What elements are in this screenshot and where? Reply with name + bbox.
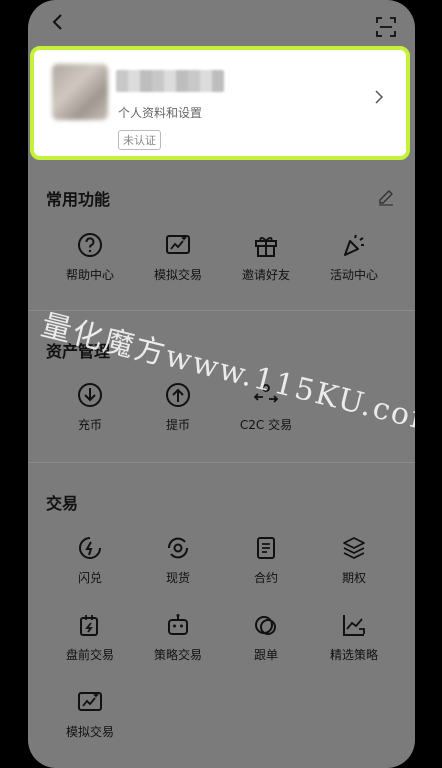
gift-icon [255,237,277,257]
flash-icon [79,537,101,559]
party-icon [344,234,364,256]
common-item-activity[interactable]: 活动中心 [314,232,394,283]
asset-item-deposit[interactable]: 充币 [50,382,130,433]
divider [28,462,415,463]
simulate-icon [78,692,102,711]
trade-item-options[interactable]: 期权 [314,535,394,586]
c2c-icon [253,384,279,403]
profile-card[interactable]: 个人资料和设置 未认证 [30,46,410,160]
trade-item-label: 闪兑 [77,571,102,585]
trade-item-curated[interactable]: 精选策略 [314,612,394,663]
scan-icon[interactable] [375,16,397,38]
common-item-help[interactable]: 帮助中心 [50,232,130,283]
section-title-trade: 交易 [46,494,79,513]
simulate-icon [166,235,190,254]
asset-item-c2c[interactable]: C2C 交易 [226,382,306,433]
chevron-right-icon [375,90,384,104]
username-blurred [116,70,224,92]
trade-item-flash[interactable]: 闪兑 [50,535,130,586]
profile-subtitle: 个人资料和设置 [118,106,203,120]
common-item-label: 帮助中心 [65,268,114,282]
asset-item-label: 提币 [165,418,190,432]
common-item-label: 模拟交易 [153,268,202,282]
screen: 个人资料和设置 未认证 常用功能 帮助中心 模拟交易 邀请好友 活动中心 资产管… [28,0,415,768]
common-item-invite[interactable]: 邀请好友 [226,232,306,283]
trade-item-simulate[interactable]: 模拟交易 [50,689,130,740]
copy-trade-icon [255,616,276,635]
trade-item-premarket[interactable]: 盘前交易 [50,612,130,663]
trade-item-spot[interactable]: 现货 [138,535,218,586]
trade-item-label: 模拟交易 [65,725,114,739]
options-icon [343,537,365,559]
trade-item-label: 跟单 [253,648,278,662]
trade-item-label: 精选策略 [329,648,378,662]
trade-item-copy[interactable]: 跟单 [226,612,306,663]
spot-icon [167,537,189,559]
top-bar [28,0,415,44]
bot-icon [168,614,188,635]
trade-item-label: 盘前交易 [65,648,114,662]
contract-icon [257,537,275,559]
withdraw-icon [166,383,190,407]
section-title-common: 常用功能 [46,190,111,209]
edit-icon[interactable] [377,188,395,206]
trade-item-label: 现货 [165,571,190,585]
section-title-assets: 资产管理 [46,342,111,361]
asset-item-withdraw[interactable]: 提币 [138,382,218,433]
divider [28,310,415,311]
common-item-label: 邀请好友 [241,268,290,282]
common-item-label: 活动中心 [329,268,378,282]
asset-item-label: C2C 交易 [239,418,293,432]
chart-icon [343,615,365,636]
verification-badge: 未认证 [118,130,161,150]
asset-item-label: 充币 [77,418,102,432]
premarket-icon [80,615,98,636]
trade-item-bot[interactable]: 策略交易 [138,612,218,663]
trade-item-contract[interactable]: 合约 [226,535,306,586]
help-icon [78,233,102,257]
deposit-icon [78,383,102,407]
trade-item-label: 策略交易 [153,648,202,662]
trade-item-label: 期权 [341,571,366,585]
trade-item-label: 合约 [253,571,278,585]
common-item-simulate[interactable]: 模拟交易 [138,232,218,283]
back-arrow-icon[interactable] [48,12,68,32]
avatar [52,64,108,120]
